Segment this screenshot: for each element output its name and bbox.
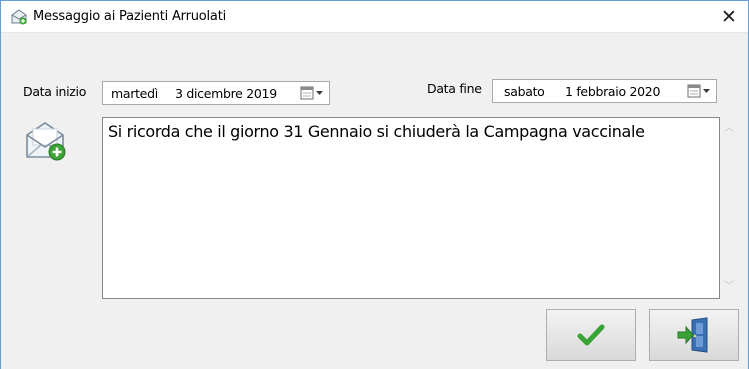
end-date-label: Data fine [427, 81, 482, 96]
mail-add-icon [10, 9, 28, 25]
message-scrollbar[interactable]: ︿ ﹀ [720, 117, 738, 299]
exit-button[interactable] [649, 309, 739, 361]
message-text: Si ricorda che il giorno 31 Gennaio si c… [108, 122, 645, 141]
window-title: Messaggio ai Pazienti Arruolati [33, 9, 227, 24]
start-date-picker[interactable]: martedì 3 dicembre 2019 [102, 81, 330, 105]
close-button[interactable]: ✕ [712, 1, 746, 33]
start-date-value: 3 dicembre 2019 [175, 86, 277, 101]
message-dialog: Messaggio ai Pazienti Arruolati ✕ Data i… [0, 0, 749, 369]
title-bar: Messaggio ai Pazienti Arruolati ✕ [1, 1, 748, 33]
scroll-down-arrow-icon[interactable]: ﹀ [720, 279, 738, 295]
calendar-dropdown-icon[interactable] [687, 84, 713, 99]
scroll-up-arrow-icon[interactable]: ︿ [720, 121, 738, 137]
end-date-picker[interactable]: sabato 1 febbraio 2020 [492, 79, 717, 103]
calendar-dropdown-icon[interactable] [300, 86, 326, 101]
message-textarea[interactable]: Si ricorda che il giorno 31 Gennaio si c… [102, 117, 720, 299]
confirm-button[interactable] [546, 309, 636, 361]
envelope-add-icon [23, 119, 69, 163]
end-date-weekday: sabato [504, 84, 545, 99]
start-date-weekday: martedì [111, 86, 158, 101]
start-date-label: Data inizio [23, 84, 87, 99]
end-date-value: 1 febbraio 2020 [565, 84, 661, 99]
